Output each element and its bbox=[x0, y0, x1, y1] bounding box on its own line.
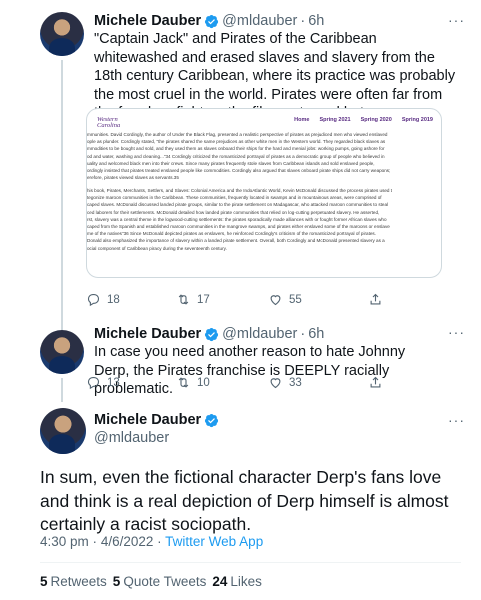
more-icon[interactable]: ··· bbox=[448, 412, 465, 428]
separator: · bbox=[157, 534, 162, 549]
thread-line bbox=[61, 378, 63, 402]
tweet-actions: 18 17 55 bbox=[86, 292, 383, 307]
timestamp[interactable]: 6h bbox=[308, 13, 324, 29]
reply-button[interactable]: 13 bbox=[86, 375, 176, 390]
verified-badge-icon bbox=[205, 413, 219, 427]
link-card[interactable]: Western Carolina Home Spring 2021 Spring… bbox=[86, 108, 442, 278]
reply-icon bbox=[87, 293, 100, 307]
share-icon bbox=[370, 293, 381, 305]
author-handle[interactable]: @mldauber bbox=[222, 326, 297, 342]
tweet-client[interactable]: Twitter Web App bbox=[165, 534, 263, 549]
retweet-count: 17 bbox=[197, 293, 210, 306]
share-button[interactable] bbox=[368, 292, 383, 307]
card-nav-spring-2019: Spring 2019 bbox=[401, 117, 433, 123]
card-nav-home: Home bbox=[294, 117, 310, 123]
card-nav-spring-2021: Spring 2021 bbox=[319, 117, 351, 123]
author-name-row: Michele Dauber bbox=[94, 412, 219, 428]
author-name[interactable]: Michele Dauber bbox=[94, 412, 201, 428]
card-paragraph-2: his book, Pirates, Merchants, Settlers, … bbox=[87, 188, 393, 251]
avatar[interactable] bbox=[40, 408, 86, 454]
like-count: 55 bbox=[289, 293, 302, 306]
retweets-stat[interactable]: 5 Retweets bbox=[40, 574, 107, 589]
separator: · bbox=[92, 534, 98, 549]
tweet-header: Michele Dauber @mldauber · 6h bbox=[94, 13, 324, 29]
like-button[interactable]: 55 bbox=[268, 292, 368, 307]
avatar[interactable] bbox=[40, 330, 84, 374]
retweet-icon bbox=[178, 294, 189, 305]
tweet-actions: 13 10 33 bbox=[86, 375, 383, 390]
more-icon[interactable]: ··· bbox=[448, 12, 465, 28]
divider bbox=[40, 562, 461, 563]
reply-icon bbox=[87, 376, 100, 390]
avatar[interactable] bbox=[40, 12, 84, 56]
tweet-time[interactable]: 4:30 pm bbox=[40, 534, 89, 549]
share-button[interactable] bbox=[368, 375, 383, 390]
card-nav-links: Home Spring 2021 Spring 2020 Spring 2019 bbox=[294, 117, 433, 123]
tweet-text: In case you need another reason to hate … bbox=[94, 344, 406, 397]
main-tweet-text: In sum, even the fictional character Der… bbox=[40, 467, 449, 534]
card-logo: Western Carolina bbox=[97, 116, 121, 129]
likes-stat[interactable]: 24 Likes bbox=[212, 574, 262, 589]
timestamp[interactable]: 6h bbox=[308, 326, 324, 342]
more-icon[interactable]: ··· bbox=[448, 324, 465, 340]
author-name[interactable]: Michele Dauber bbox=[94, 326, 201, 342]
tweet-2[interactable]: Michele Dauber @mldauber · 6h ··· In cas… bbox=[0, 318, 481, 402]
quote-tweets-stat[interactable]: 5 Quote Tweets bbox=[113, 574, 207, 589]
tweet-date[interactable]: 4/6/2022 bbox=[101, 534, 154, 549]
tweet-stats: 5 Retweets 5 Quote Tweets 24 Likes bbox=[40, 574, 262, 589]
verified-badge-icon bbox=[205, 14, 219, 28]
heart-icon bbox=[270, 295, 281, 306]
separator: · bbox=[300, 326, 306, 342]
reply-button[interactable]: 18 bbox=[86, 292, 176, 307]
reply-count: 13 bbox=[107, 376, 120, 389]
tweet-meta: 4:30 pm · 4/6/2022 · Twitter Web App bbox=[40, 534, 263, 549]
card-nav: Western Carolina Home Spring 2021 Spring… bbox=[87, 115, 441, 129]
tweet-header: Michele Dauber @mldauber · 6h bbox=[94, 326, 324, 342]
author-handle[interactable]: @mldauber bbox=[94, 430, 169, 446]
reply-count: 18 bbox=[107, 293, 120, 306]
like-count: 33 bbox=[289, 376, 302, 389]
thread-line bbox=[61, 60, 63, 322]
separator: · bbox=[300, 13, 306, 29]
retweet-button[interactable]: 10 bbox=[176, 375, 268, 390]
heart-icon bbox=[270, 378, 281, 389]
thread-line bbox=[61, 318, 63, 330]
retweet-count: 10 bbox=[197, 376, 210, 389]
tweet-1[interactable]: Michele Dauber @mldauber · 6h ··· "Capta… bbox=[0, 0, 481, 322]
like-button[interactable]: 33 bbox=[268, 375, 368, 390]
retweet-button[interactable]: 17 bbox=[176, 292, 268, 307]
author-name[interactable]: Michele Dauber bbox=[94, 13, 201, 29]
retweet-icon bbox=[178, 377, 189, 388]
author-handle[interactable]: @mldauber bbox=[222, 13, 297, 29]
card-paragraph-1: mmunities. David Cordingly, the author o… bbox=[87, 132, 391, 181]
share-icon bbox=[370, 376, 381, 388]
card-nav-spring-2020: Spring 2020 bbox=[360, 117, 392, 123]
verified-badge-icon bbox=[205, 327, 219, 341]
